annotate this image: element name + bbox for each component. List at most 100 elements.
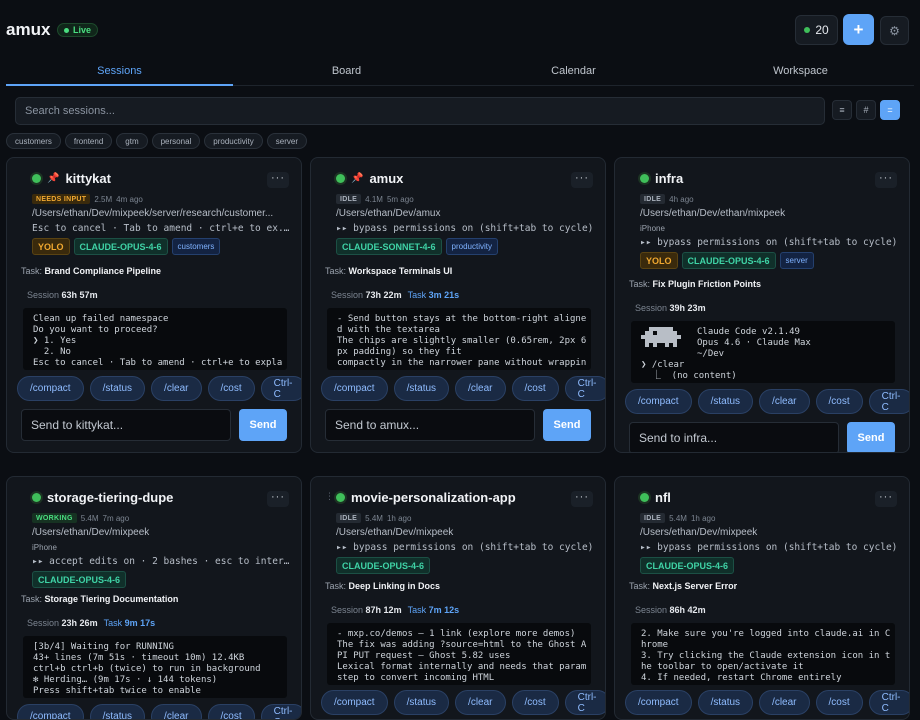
ctrl-c-button[interactable]: Ctrl-C xyxy=(564,690,605,715)
compact-view-button[interactable]: = xyxy=(880,100,900,120)
tag-chip[interactable]: customers xyxy=(171,238,221,255)
terminal-preview[interactable]: - Send button stays at the bottom-right … xyxy=(327,308,591,370)
filter-gtm[interactable]: gtm xyxy=(116,133,148,149)
status-button[interactable]: /status xyxy=(697,690,754,715)
compact-button[interactable]: /compact xyxy=(625,389,692,414)
session-title[interactable]: nfl xyxy=(655,490,671,505)
session-count-button[interactable]: 20 xyxy=(795,15,838,45)
send-input[interactable] xyxy=(325,409,535,441)
send-input[interactable] xyxy=(21,409,231,441)
more-menu-button[interactable]: ··· xyxy=(571,172,593,188)
clear-button[interactable]: /clear xyxy=(759,690,810,715)
more-menu-button[interactable]: ··· xyxy=(571,491,593,507)
send-button[interactable]: Send xyxy=(543,409,591,441)
cost-button[interactable]: /cost xyxy=(815,389,863,414)
clear-button[interactable]: /clear xyxy=(455,376,506,401)
session-card-nfl[interactable]: nfl ··· IDLE 5.4M 1h ago /Users/ethan/De… xyxy=(614,476,910,720)
status-button[interactable]: /status xyxy=(393,690,450,715)
status-button[interactable]: /status xyxy=(89,704,146,719)
terminal-preview[interactable]: Claude Code v2.1.49 Opus 4.6 · Claude Max… xyxy=(631,321,895,383)
session-card-amux[interactable]: 📌 amux ··· IDLE 4.1M 5m ago /Users/ethan… xyxy=(310,157,606,453)
status-button[interactable]: /status xyxy=(697,389,754,414)
filter-personal[interactable]: personal xyxy=(151,133,201,149)
send-button[interactable]: Send xyxy=(239,409,287,441)
tab-board[interactable]: Board xyxy=(233,60,460,85)
cost-button[interactable]: /cost xyxy=(511,690,559,715)
tag-chip[interactable]: server xyxy=(779,252,814,269)
app-logo: amux xyxy=(6,20,51,39)
session-title[interactable]: kittykat xyxy=(65,171,111,186)
session-size: 5.4M xyxy=(80,513,99,523)
more-menu-button[interactable]: ··· xyxy=(267,172,289,188)
compact-button[interactable]: /compact xyxy=(625,690,692,715)
task-label: Task: Workspace Terminals UI xyxy=(325,266,453,276)
compact-button[interactable]: /compact xyxy=(321,376,388,401)
filter-server[interactable]: server xyxy=(266,133,307,149)
session-card-kittykat[interactable]: 📌 kittykat ··· NEEDS INPUT 2.5M 4m ago /… xyxy=(6,157,302,453)
clear-button[interactable]: /clear xyxy=(759,389,810,414)
clear-button[interactable]: /clear xyxy=(151,704,202,719)
session-title[interactable]: amux xyxy=(369,171,403,186)
live-badge: Live xyxy=(57,23,99,37)
grid-view-button[interactable]: # xyxy=(856,100,876,120)
more-menu-button[interactable]: ··· xyxy=(875,491,897,507)
ctrl-c-button[interactable]: Ctrl-C xyxy=(564,376,605,401)
session-card-storage-tiering-dupe[interactable]: storage-tiering-dupe ··· WORKING 5.4M 7m… xyxy=(6,476,302,720)
terminal-preview[interactable]: Clean up failed namespace Do you want to… xyxy=(23,308,287,370)
status-button[interactable]: /status xyxy=(89,376,146,401)
terminal-tail: ❯ /clear ⎿ (no content) xyxy=(641,360,737,381)
task-label: Task: Next.js Server Error xyxy=(629,581,738,591)
pin-icon[interactable]: 📌 xyxy=(351,173,363,184)
send-button[interactable]: Send xyxy=(847,422,895,452)
session-timer: Session 63h 57m xyxy=(27,290,98,300)
status-badge: WORKING xyxy=(32,513,77,523)
more-menu-button[interactable]: ··· xyxy=(267,491,289,507)
filter-productivity[interactable]: productivity xyxy=(204,133,263,149)
cost-button[interactable]: /cost xyxy=(207,376,255,401)
filter-frontend[interactable]: frontend xyxy=(64,133,113,149)
terminal-preview[interactable]: - mxp.co/demos — 1 link (explore more de… xyxy=(327,623,591,685)
status-hint: ▸▸ bypass permissions on (shift+tab to c… xyxy=(640,237,898,248)
ctrl-c-button[interactable]: Ctrl-C xyxy=(260,704,301,719)
ctrl-c-button[interactable]: Ctrl-C xyxy=(868,389,909,414)
status-badge: IDLE xyxy=(336,194,362,204)
top-bar: amux Live 20 + ⚙ xyxy=(0,0,920,60)
status-button[interactable]: /status xyxy=(393,376,450,401)
session-timer: Session 23h 26m Task 9m 17s xyxy=(27,618,156,628)
pin-icon[interactable]: 📌 xyxy=(47,173,59,184)
session-card-movie-personalization-app[interactable]: ⋮⋮ movie-personalization-app ··· IDLE 5.… xyxy=(310,476,606,720)
terminal-preview[interactable]: 2. Make sure you're logged into claude.a… xyxy=(631,623,895,685)
cost-button[interactable]: /cost xyxy=(815,690,863,715)
model-chip: CLAUDE-OPUS-4-6 xyxy=(640,557,735,574)
session-title[interactable]: storage-tiering-dupe xyxy=(47,490,173,505)
session-size: 5.4M xyxy=(669,513,687,523)
clear-button[interactable]: /clear xyxy=(151,376,202,401)
more-menu-button[interactable]: ··· xyxy=(875,172,897,188)
tab-calendar[interactable]: Calendar xyxy=(460,60,687,85)
status-dot-icon xyxy=(32,174,41,183)
session-title[interactable]: movie-personalization-app xyxy=(351,490,516,505)
session-title[interactable]: infra xyxy=(655,171,683,186)
terminal-preview[interactable]: [3b/4] Waiting for RUNNING 43+ lines (7m… xyxy=(23,636,287,698)
status-dot-icon xyxy=(804,27,811,33)
tab-sessions[interactable]: Sessions xyxy=(6,60,233,86)
filter-customers[interactable]: customers xyxy=(6,133,61,149)
clear-button[interactable]: /clear xyxy=(455,690,506,715)
tag-chip[interactable]: productivity xyxy=(445,238,498,255)
tab-workspace[interactable]: Workspace xyxy=(687,60,914,85)
cost-button[interactable]: /cost xyxy=(207,704,255,719)
session-card-infra[interactable]: infra ··· IDLE 4h ago /Users/ethan/Dev/e… xyxy=(614,157,910,453)
cost-button[interactable]: /cost xyxy=(511,376,559,401)
send-input[interactable] xyxy=(629,422,839,452)
compact-button[interactable]: /compact xyxy=(17,376,84,401)
search-input[interactable] xyxy=(15,97,825,125)
ctrl-c-button[interactable]: Ctrl-C xyxy=(868,690,909,715)
ctrl-c-button[interactable]: Ctrl-C xyxy=(260,376,301,401)
status-dot-icon xyxy=(32,493,41,502)
new-session-button[interactable]: + xyxy=(843,14,874,45)
list-view-button[interactable]: ≡ xyxy=(832,100,852,120)
settings-button[interactable]: ⚙ xyxy=(880,16,909,45)
session-path: /Users/ethan/Dev/mixpeek xyxy=(640,527,758,538)
compact-button[interactable]: /compact xyxy=(321,690,388,715)
compact-button[interactable]: /compact xyxy=(17,704,84,719)
